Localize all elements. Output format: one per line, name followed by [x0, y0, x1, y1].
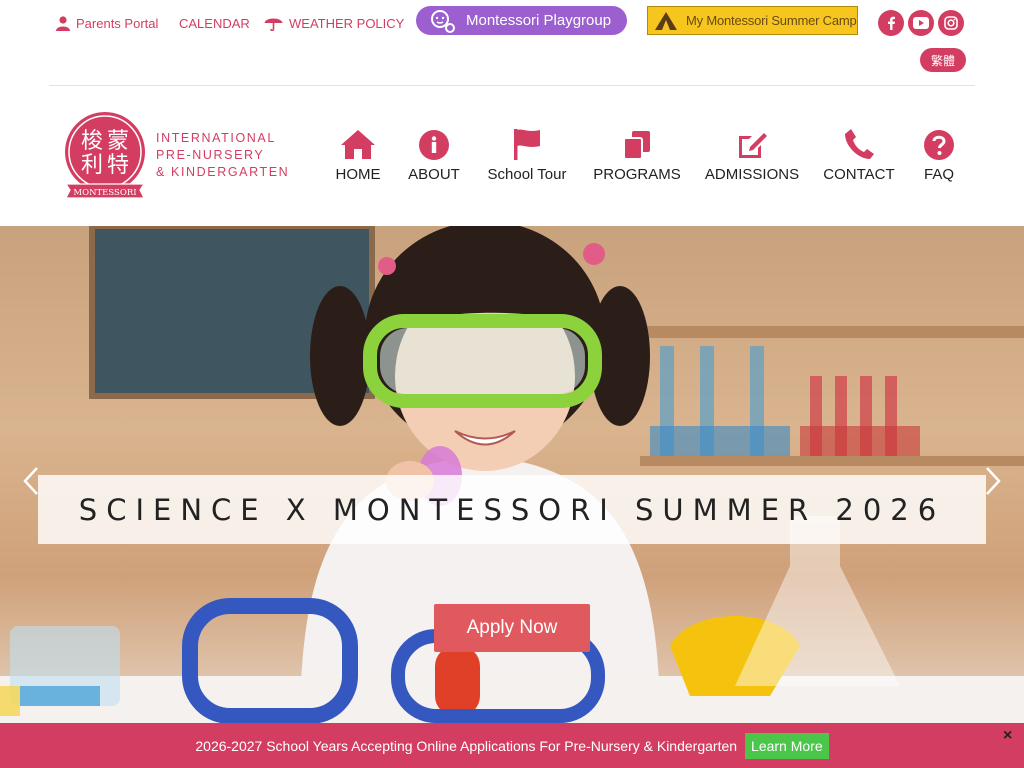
close-icon[interactable]: × — [1003, 727, 1012, 745]
logo-char-3: 梭 — [81, 129, 103, 154]
learn-more-button[interactable]: Learn More — [745, 732, 829, 759]
youtube-icon[interactable] — [908, 10, 934, 36]
logo-banner-text: MONTESSORI — [73, 188, 136, 198]
parents-portal-label: Parents Portal — [76, 15, 159, 31]
summer-camp-label: My Montessori Summer Camp — [686, 13, 857, 28]
copy-icon — [623, 126, 651, 160]
calendar-label: CALENDAR — [179, 15, 250, 31]
top-utility-bar: Parents Portal CALENDAR WEATHER POLICY M… — [0, 0, 1024, 86]
nav-faq[interactable]: FAQ — [920, 126, 958, 186]
school-name-line-3: & KINDERGARTEN — [156, 165, 290, 179]
school-logo[interactable]: 蒙 特 梭 利 MONTESSORI — [62, 110, 148, 202]
apply-now-button[interactable]: Apply Now — [434, 604, 590, 652]
nav-school-tour[interactable]: School Tour — [484, 126, 570, 186]
hero-caption: SCIENCE X MONTESSORI SUMMER 2026 — [38, 475, 986, 544]
nav-admissions-label: ADMISSIONS — [704, 166, 800, 183]
nav-home-label: HOME — [335, 166, 381, 183]
logo-char-2: 特 — [107, 153, 129, 178]
home-icon — [340, 126, 376, 160]
logo-char-1: 蒙 — [107, 129, 129, 154]
logo-char-4: 利 — [81, 153, 103, 178]
facebook-icon[interactable] — [878, 10, 904, 36]
flag-icon — [513, 126, 541, 160]
slider-next-chevron-right-icon[interactable] — [984, 466, 1002, 496]
nav-programs[interactable]: PROGRAMS — [593, 126, 681, 186]
playgroup-label: Montessori Playgroup — [466, 12, 612, 29]
nav-admissions[interactable]: ADMISSIONS — [704, 126, 800, 186]
info-icon — [419, 126, 449, 160]
nav-contact-label: CONTACT — [823, 166, 895, 183]
calendar-link[interactable]: CALENDAR — [179, 14, 250, 32]
nav-contact[interactable]: CONTACT — [823, 126, 895, 186]
tent-icon — [655, 11, 677, 30]
parents-portal-link[interactable]: Parents Portal — [56, 14, 158, 32]
umbrella-icon — [264, 18, 283, 31]
school-name: INTERNATIONAL PRE-NURSERY & KINDERGARTEN — [156, 130, 289, 181]
user-icon — [56, 15, 70, 31]
nav-about[interactable]: ABOUT — [407, 126, 461, 186]
nav-faq-label: FAQ — [923, 166, 954, 183]
baby-icon — [431, 9, 455, 33]
montessori-playgroup-button[interactable]: Montessori Playgroup — [416, 6, 627, 35]
question-icon — [924, 126, 954, 160]
nav-home[interactable]: HOME — [334, 126, 382, 186]
language-toggle-button[interactable]: 繁體 — [920, 48, 966, 72]
nav-school-tour-label: School Tour — [487, 166, 567, 183]
nav-about-label: ABOUT — [408, 166, 460, 183]
summer-camp-button[interactable]: My Montessori Summer Camp — [647, 6, 858, 35]
header-divider — [49, 85, 975, 86]
nav-programs-label: PROGRAMS — [593, 166, 681, 183]
instagram-icon[interactable] — [938, 10, 964, 36]
banner-text: 2026-2027 School Years Accepting Online … — [195, 737, 738, 754]
phone-icon — [844, 126, 874, 160]
edit-icon — [736, 126, 768, 160]
school-name-line-2: PRE-NURSERY — [156, 148, 265, 162]
weather-policy-label: WEATHER POLICY — [289, 15, 405, 31]
weather-policy-link[interactable]: WEATHER POLICY — [264, 14, 404, 32]
admissions-notice-banner: 2026-2027 School Years Accepting Online … — [0, 723, 1024, 768]
school-name-line-1: INTERNATIONAL — [156, 131, 276, 145]
